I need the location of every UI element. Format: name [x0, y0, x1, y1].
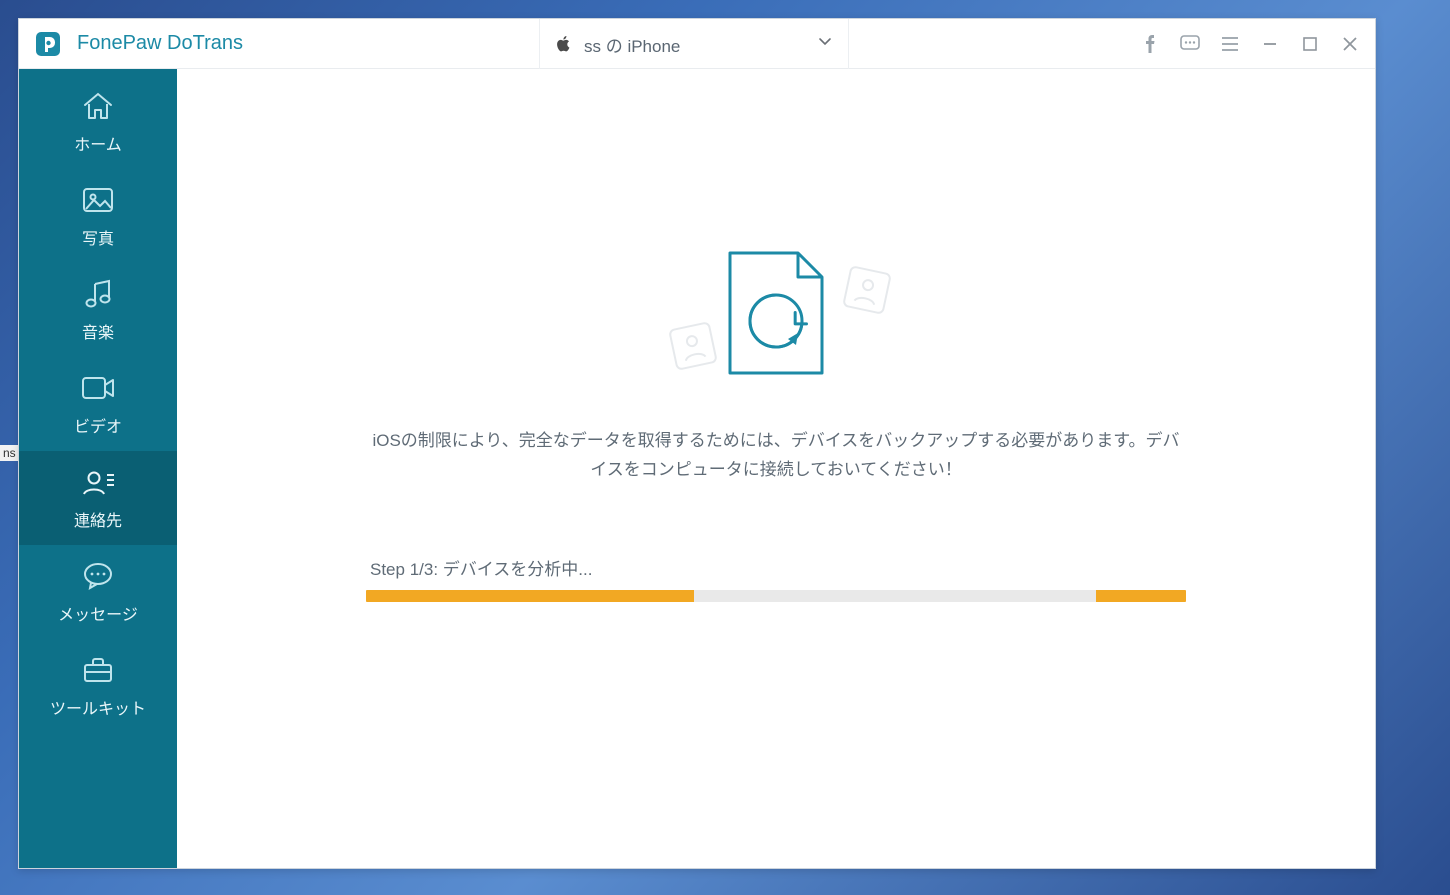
sidebar-item-photos[interactable]: 写真 [19, 169, 177, 263]
sidebar-item-label: ビデオ [74, 413, 122, 437]
picture-icon [81, 183, 115, 217]
titlebar: FonePaw DoTrans ss の iPhone [19, 19, 1375, 69]
sidebar-item-messages[interactable]: メッセージ [19, 545, 177, 639]
progress-fill-right [1096, 590, 1186, 602]
sidebar-item-video[interactable]: ビデオ [19, 357, 177, 451]
desktop-stray-text: ns [0, 445, 19, 461]
apple-icon [556, 35, 574, 53]
main-panel: iOSの制限により、完全なデータを取得するためには、デバイスをバックアップする必… [177, 69, 1375, 868]
loading-block: iOSの制限により、完全なデータを取得するためには、デバイスをバックアップする必… [366, 249, 1186, 602]
sidebar-item-toolkit[interactable]: ツールキット [19, 639, 177, 733]
sidebar-item-label: 連絡先 [74, 507, 122, 531]
app-window: FonePaw DoTrans ss の iPhone [18, 18, 1376, 869]
sidebar-item-label: ホーム [74, 131, 122, 155]
app-title: FonePaw DoTrans [77, 32, 243, 55]
toolkit-icon [81, 653, 115, 687]
sidebar-item-contacts[interactable]: 連絡先 [19, 451, 177, 545]
sidebar-item-music[interactable]: 音楽 [19, 263, 177, 357]
close-button[interactable] [1333, 27, 1367, 61]
titlebar-left: FonePaw DoTrans [19, 29, 243, 59]
contacts-icon [80, 465, 116, 499]
app-logo-icon [33, 29, 63, 59]
message-icon [81, 559, 115, 593]
step-label: Step 1/3: デバイスを分析中... [366, 555, 1186, 580]
music-icon [83, 277, 113, 311]
facebook-button[interactable] [1133, 27, 1167, 61]
backup-illustration [646, 249, 906, 399]
device-name: ss の iPhone [584, 32, 818, 57]
feedback-button[interactable] [1173, 27, 1207, 61]
sidebar-item-label: 音楽 [82, 319, 114, 343]
file-refresh-icon [724, 249, 828, 379]
contact-card-icon [668, 321, 718, 371]
menu-button[interactable] [1213, 27, 1247, 61]
sidebar-item-label: ツールキット [50, 695, 146, 719]
video-icon [80, 371, 116, 405]
sidebar-item-home[interactable]: ホーム [19, 75, 177, 169]
titlebar-right [1133, 27, 1375, 61]
sidebar-item-label: メッセージ [58, 601, 138, 625]
device-selector[interactable]: ss の iPhone [539, 19, 849, 69]
chevron-down-icon [818, 35, 832, 54]
home-icon [81, 89, 115, 123]
contact-card-icon [842, 265, 892, 315]
progress-section: Step 1/3: デバイスを分析中... [366, 555, 1186, 602]
backup-info-text: iOSの制限により、完全なデータを取得するためには、デバイスをバックアップする必… [366, 427, 1186, 485]
sidebar-item-label: 写真 [82, 225, 114, 249]
maximize-button[interactable] [1293, 27, 1327, 61]
progress-bar [366, 590, 1186, 602]
sidebar: ホーム写真音楽ビデオ連絡先メッセージツールキット [19, 69, 177, 868]
progress-fill-left [366, 590, 694, 602]
app-body: ホーム写真音楽ビデオ連絡先メッセージツールキット [19, 69, 1375, 868]
minimize-button[interactable] [1253, 27, 1287, 61]
